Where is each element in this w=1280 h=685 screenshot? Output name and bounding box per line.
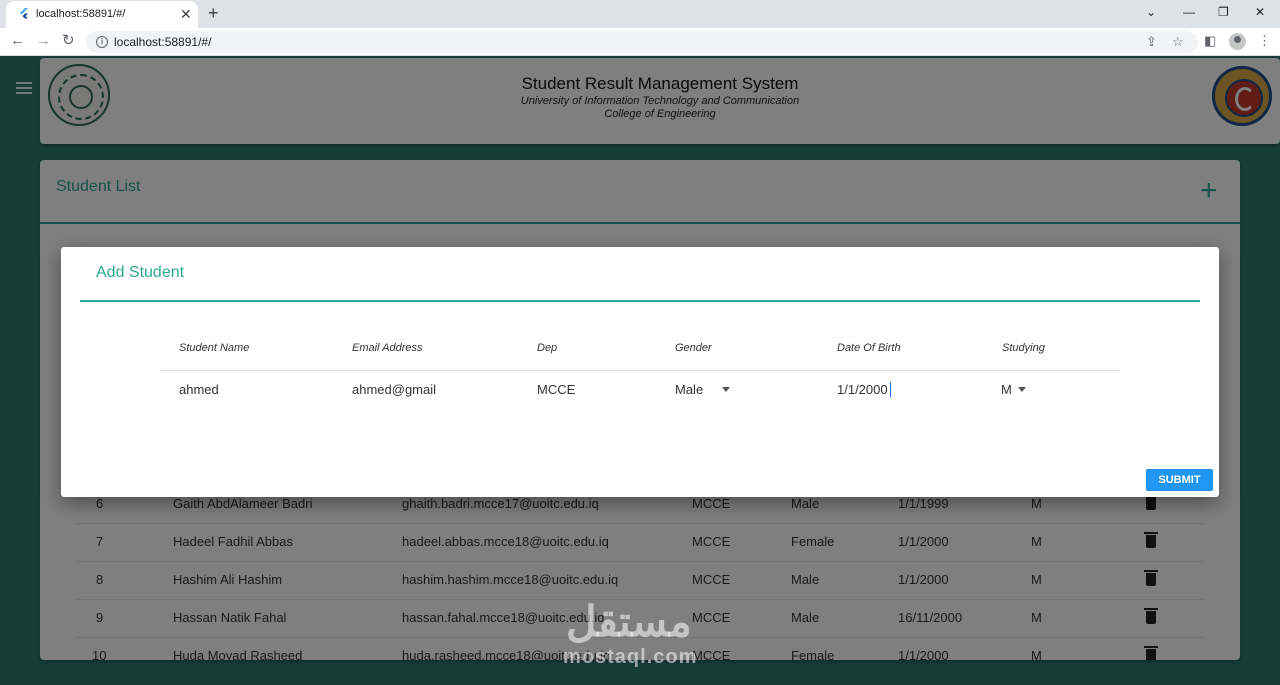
more-menu-icon[interactable]: ⋮ bbox=[1258, 33, 1271, 49]
back-icon[interactable]: ← bbox=[10, 32, 25, 50]
url-text: localhost:58891/#/ bbox=[114, 35, 212, 49]
tab-search-icon[interactable]: ⌄ bbox=[1146, 4, 1156, 20]
col-header-gender: Gender bbox=[675, 342, 712, 354]
col-header-email: Email Address bbox=[352, 342, 423, 354]
bookmark-star-icon[interactable]: ☆ bbox=[1172, 34, 1184, 50]
text-cursor bbox=[890, 382, 891, 397]
address-bar[interactable]: i localhost:58891/#/ ⇪ ☆ bbox=[86, 31, 1198, 53]
restore-icon[interactable]: ❐ bbox=[1218, 4, 1229, 20]
col-header-dep: Dep bbox=[537, 342, 558, 354]
flutter-icon bbox=[20, 8, 28, 19]
email-field[interactable]: ahmed@gmail bbox=[352, 382, 436, 397]
share-icon[interactable]: ⇪ bbox=[1146, 34, 1157, 50]
browser-toolbar: ← → ↻ i localhost:58891/#/ ⇪ ☆ ◧ ⋮ bbox=[0, 28, 1280, 56]
gender-dropdown[interactable]: Male bbox=[675, 382, 703, 397]
col-header-dob: Date Of Birth bbox=[837, 342, 901, 354]
new-tab-button[interactable]: + bbox=[208, 3, 219, 23]
header-divider bbox=[160, 370, 1120, 371]
tab-title: localhost:58891/#/ bbox=[36, 8, 126, 20]
studying-chevron-down-icon[interactable] bbox=[1018, 387, 1026, 392]
reload-icon[interactable]: ↻ bbox=[62, 32, 75, 50]
dialog-divider bbox=[80, 300, 1200, 302]
window-close-icon[interactable]: ✕ bbox=[1255, 4, 1265, 20]
app-root: Student Result Management System Univers… bbox=[0, 56, 1280, 685]
side-panel-icon[interactable]: ◧ bbox=[1204, 33, 1216, 49]
dob-field[interactable]: 1/1/2000 bbox=[837, 382, 888, 397]
minimize-icon[interactable]: — bbox=[1183, 4, 1195, 20]
browser-tab[interactable]: localhost:58891/#/ ✕ bbox=[6, 1, 198, 28]
studying-dropdown[interactable]: M bbox=[1001, 382, 1012, 397]
add-student-dialog: Add Student Student Name Email Address D… bbox=[61, 247, 1219, 497]
submit-button[interactable]: SUBMIT bbox=[1146, 469, 1213, 491]
forward-icon[interactable]: → bbox=[36, 32, 51, 50]
profile-avatar-icon[interactable] bbox=[1229, 33, 1246, 50]
student-name-field[interactable]: ahmed bbox=[179, 382, 219, 397]
col-header-student-name: Student Name bbox=[179, 342, 250, 354]
watermark-latin: mostaql.com bbox=[563, 646, 698, 668]
dep-field[interactable]: MCCE bbox=[537, 382, 575, 397]
site-info-icon[interactable]: i bbox=[96, 36, 108, 48]
browser-tabbar: localhost:58891/#/ ✕ + ⌄ — ❐ ✕ bbox=[0, 0, 1280, 28]
col-header-studying: Studying bbox=[1002, 342, 1045, 354]
watermark-arabic: مستقل bbox=[566, 598, 692, 645]
dialog-title: Add Student bbox=[96, 264, 185, 281]
gender-chevron-down-icon[interactable] bbox=[722, 387, 730, 392]
tab-close-icon[interactable]: ✕ bbox=[180, 6, 192, 22]
